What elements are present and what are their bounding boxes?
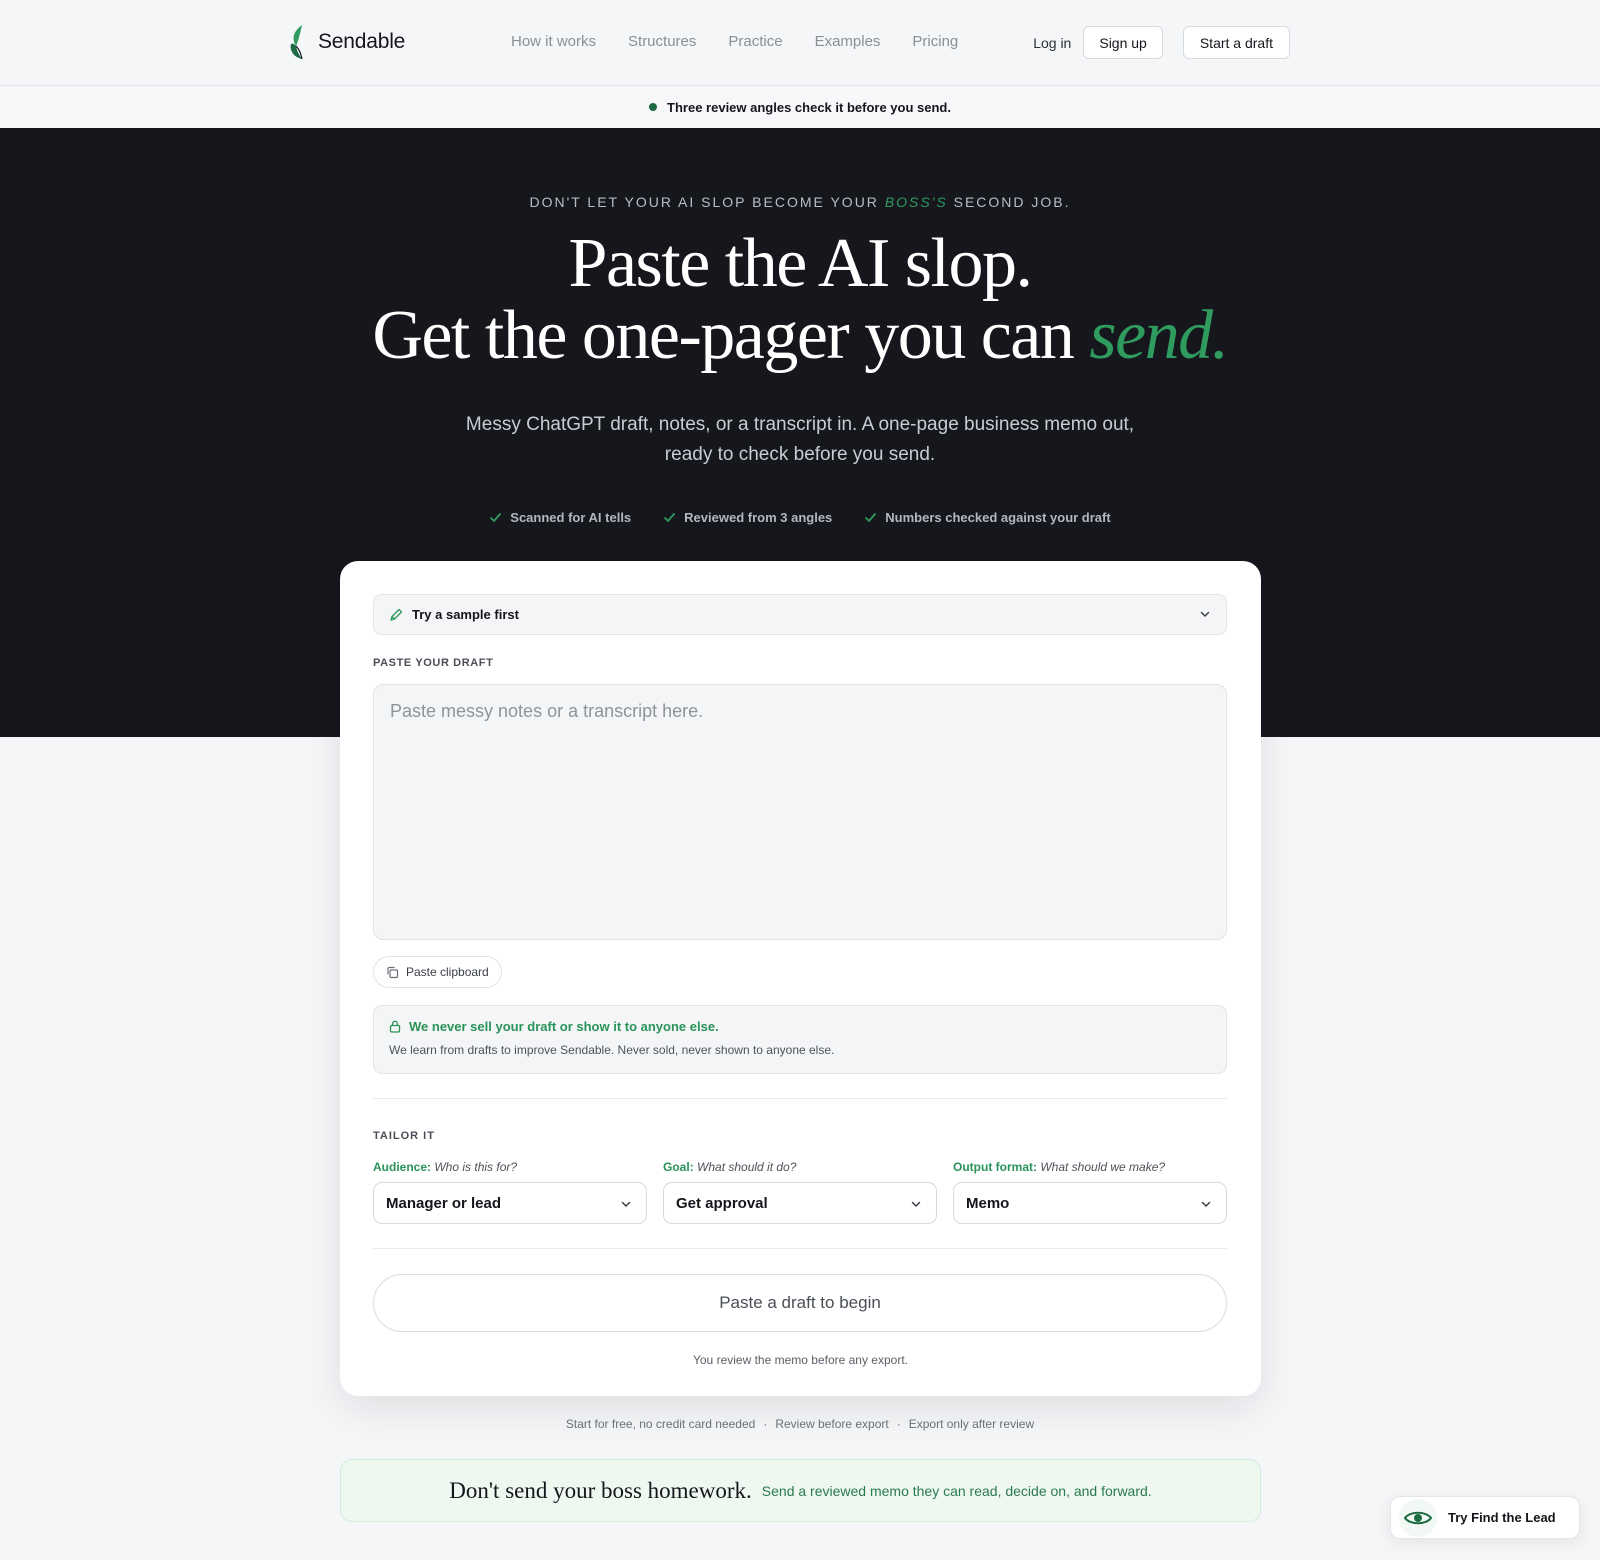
goal-hint: What should it do? [697, 1160, 797, 1174]
paste-clipboard-label: Paste clipboard [406, 965, 489, 979]
boss-callout: Don't send your boss homework. Send a re… [340, 1459, 1261, 1522]
privacy-notice: We never sell your draft or show it to a… [373, 1005, 1227, 1074]
check-item: Numbers checked against your draft [864, 510, 1111, 525]
signup-button[interactable]: Sign up [1083, 26, 1163, 59]
audience-select[interactable]: Manager or lead [373, 1182, 647, 1224]
boss-title: Don't send your boss homework. [449, 1477, 752, 1503]
try-sample-dropdown[interactable]: Try a sample first [373, 594, 1227, 635]
trust-item: Export only after review [908, 1417, 1035, 1431]
hero-subtitle: Messy ChatGPT draft, notes, or a transcr… [0, 410, 1600, 470]
lock-icon [389, 1020, 401, 1033]
check-icon [865, 513, 877, 522]
check-item: Scanned for AI tells [489, 510, 631, 525]
nav-links: How it works Structures Practice Example… [511, 33, 958, 50]
privacy-title-text: We never sell your draft or show it to a… [409, 1019, 719, 1034]
eyebrow-post: SECOND JOB. [953, 194, 1071, 210]
goal-value: Get approval [676, 1194, 768, 1212]
audience-label-text: Audience: [373, 1160, 432, 1174]
output-format-hint: What should we make? [1040, 1160, 1166, 1174]
paste-draft-label: PASTE YOUR DRAFT [373, 657, 494, 669]
output-format-label-text: Output format: [953, 1160, 1037, 1174]
announcement-banner: Three review angles check it before you … [0, 86, 1600, 128]
audience-label: Audience: Who is this for? [373, 1160, 517, 1174]
find-the-lead-label: Try Find the Lead [1448, 1510, 1556, 1525]
chevron-down-icon [1201, 1201, 1211, 1208]
nav-link-how-it-works[interactable]: How it works [511, 33, 596, 50]
chevron-down-icon [1200, 611, 1210, 618]
goal-label-text: Goal: [663, 1160, 694, 1174]
eyebrow-pre: DON'T LET YOUR AI SLOP BECOME YOUR [529, 194, 879, 210]
trust-item: Start for free, no credit card needed [565, 1417, 756, 1431]
status-dot-icon [649, 103, 658, 111]
check-icon [490, 513, 502, 522]
tailor-label: TAILOR IT [373, 1130, 435, 1142]
audience-hint: Who is this for? [434, 1160, 518, 1174]
hero-subtitle-line2: ready to check before you send. [664, 444, 936, 465]
begin-button[interactable]: Paste a draft to begin [373, 1274, 1227, 1332]
hero-title: Paste the AI slop. Get the one-pager you… [0, 228, 1600, 372]
nav-link-examples[interactable]: Examples [815, 33, 881, 50]
check-label: Numbers checked against your draft [885, 510, 1111, 525]
privacy-body: We learn from drafts to improve Sendable… [389, 1043, 835, 1057]
brand-logo[interactable]: Sendable [288, 24, 405, 60]
nav-link-practice[interactable]: Practice [728, 33, 782, 50]
hero-title-line2: Get the one-pager you can send. [0, 300, 1600, 372]
trust-line: Start for free, no credit card needed · … [0, 1417, 1600, 1431]
trust-separator: · [763, 1417, 768, 1431]
clipboard-copy-icon [387, 966, 399, 978]
privacy-title: We never sell your draft or show it to a… [389, 1019, 1211, 1034]
login-link[interactable]: Log in [1033, 35, 1071, 51]
leaf-logo-icon [290, 25, 303, 60]
boss-subtitle: Send a reviewed memo they can read, deci… [761, 1482, 1152, 1499]
try-sample-label: Try a sample first [412, 607, 519, 622]
check-icon [664, 513, 676, 522]
eye-icon [1399, 1498, 1437, 1537]
draft-textarea[interactable] [373, 684, 1227, 940]
section-divider [373, 1248, 1227, 1249]
check-label: Reviewed from 3 angles [684, 510, 833, 525]
banner-text: Three review angles check it before you … [667, 99, 951, 115]
review-note: You review the memo before any export. [692, 1353, 908, 1367]
hero-eyebrow: DON'T LET YOUR AI SLOP BECOME YOUR BOSS'… [0, 194, 1600, 210]
check-label: Scanned for AI tells [510, 510, 632, 525]
hero-title-line2-text: Get the one-pager you can [372, 297, 1075, 374]
chevron-down-icon [621, 1201, 631, 1208]
hero-title-line1: Paste the AI slop. [568, 225, 1033, 302]
trust-item: Review before export [775, 1417, 889, 1431]
check-item: Reviewed from 3 angles [663, 510, 832, 525]
draft-card: Try a sample first PASTE YOUR DRAFT Past… [340, 561, 1261, 1396]
output-format-label: Output format: What should we make? [953, 1160, 1165, 1174]
top-nav: Sendable How it works Structures Practic… [0, 0, 1600, 86]
nav-actions: Log in Sign up Start a draft [1033, 26, 1290, 59]
goal-select[interactable]: Get approval [663, 1182, 937, 1224]
nav-link-pricing[interactable]: Pricing [912, 33, 958, 50]
chevron-down-icon [911, 1201, 921, 1208]
find-the-lead-button[interactable]: Try Find the Lead [1390, 1496, 1580, 1539]
goal-label: Goal: What should it do? [663, 1160, 796, 1174]
hero-checks: Scanned for AI tells Reviewed from 3 ang… [0, 510, 1600, 525]
eyebrow-emphasis: BOSS'S [884, 194, 948, 210]
output-format-value: Memo [966, 1194, 1010, 1212]
trust-separator: · [896, 1417, 901, 1431]
hero-subtitle-line1: Messy ChatGPT draft, notes, or a transcr… [465, 414, 1135, 435]
start-draft-button[interactable]: Start a draft [1182, 26, 1290, 59]
nav-link-structures[interactable]: Structures [628, 33, 696, 50]
audience-value: Manager or lead [386, 1194, 502, 1212]
section-divider [373, 1098, 1227, 1099]
pencil-icon [390, 608, 403, 621]
brand-name: Sendable [318, 30, 406, 53]
output-format-select[interactable]: Memo [953, 1182, 1227, 1224]
paste-clipboard-button[interactable]: Paste clipboard [373, 956, 502, 988]
hero-title-accent: send. [1089, 297, 1229, 374]
